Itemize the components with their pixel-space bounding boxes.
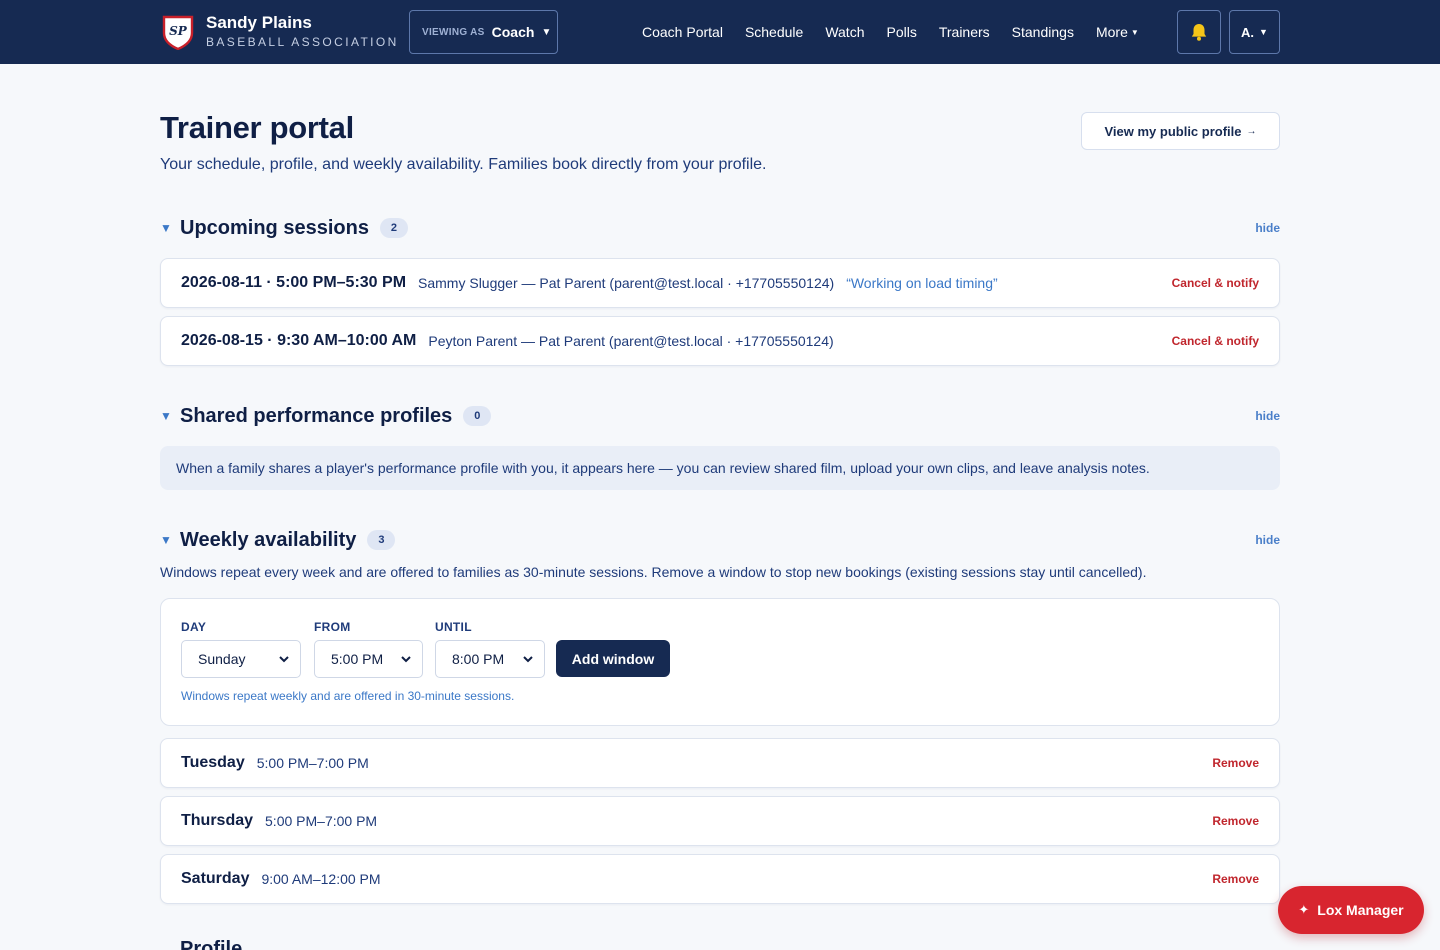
session-card: 2026-08-11 · 5:00 PM–5:30 PM Sammy Slugg… <box>160 258 1280 308</box>
availability-window-row: Tuesday 5:00 PM–7:00 PM Remove <box>160 738 1280 788</box>
nav-more-menu[interactable]: More ▼ <box>1085 24 1150 40</box>
count-badge: 3 <box>367 530 396 550</box>
chevron-down-icon: ▼ <box>1130 28 1139 37</box>
lox-manager-label: Lox Manager <box>1317 902 1404 918</box>
main-nav: Coach Portal Schedule Watch Polls Traine… <box>631 0 1150 64</box>
view-public-profile-button[interactable]: View my public profile → <box>1081 112 1280 150</box>
chevron-down-icon <box>523 656 533 663</box>
brand-subtitle: BASEBALL ASSOCIATION <box>206 35 399 49</box>
remove-window-button[interactable]: Remove <box>1212 872 1259 886</box>
window-day: Saturday <box>181 870 250 887</box>
account-initial: A. <box>1241 24 1255 40</box>
nav-polls[interactable]: Polls <box>875 24 927 40</box>
availability-window-row: Thursday 5:00 PM–7:00 PM Remove <box>160 796 1280 846</box>
collapse-triangle-icon: ▼ <box>160 409 172 423</box>
page-subtitle: Your schedule, profile, and weekly avail… <box>160 156 767 173</box>
session-datetime: 2026-08-15 · 9:30 AM–10:00 AM <box>181 332 417 349</box>
cancel-notify-button[interactable]: Cancel & notify <box>1172 334 1259 348</box>
view-public-profile-label: View my public profile <box>1104 123 1242 139</box>
viewing-as-role-switcher[interactable]: VIEWING AS Coach ▼ <box>409 10 558 54</box>
window-time: 9:00 AM–12:00 PM <box>261 871 381 887</box>
brand-logo-link[interactable]: SP Sandy Plains BASEBALL ASSOCIATION <box>162 13 399 50</box>
shield-logo-icon: SP <box>162 15 194 50</box>
session-participants: Peyton Parent — Pat Parent (parent@test.… <box>428 333 834 349</box>
top-navbar: SP Sandy Plains BASEBALL ASSOCIATION VIE… <box>0 0 1440 64</box>
nav-schedule[interactable]: Schedule <box>734 24 814 40</box>
sparkle-icon: ✦ <box>1298 902 1310 917</box>
session-datetime: 2026-08-11 · 5:00 PM–5:30 PM <box>181 274 407 291</box>
nav-watch[interactable]: Watch <box>814 24 875 40</box>
from-label: FROM <box>314 620 351 634</box>
section-title: Upcoming sessions <box>180 216 369 239</box>
svg-text:SP: SP <box>169 24 188 38</box>
chevron-down-icon <box>401 656 411 663</box>
lox-manager-button[interactable]: ✦ Lox Manager <box>1278 886 1424 934</box>
weekly-availability-header[interactable]: ▼ Weekly availability 3 <box>160 527 396 553</box>
brand-name: Sandy Plains <box>206 13 312 32</box>
notifications-button[interactable] <box>1177 10 1221 54</box>
count-badge: 0 <box>463 406 492 426</box>
window-day: Tuesday <box>181 754 245 771</box>
nav-more-label: More <box>1095 24 1128 40</box>
remove-window-button[interactable]: Remove <box>1212 814 1259 828</box>
shared-profiles-empty-state: When a family shares a player's performa… <box>160 446 1280 490</box>
cancel-notify-button[interactable]: Cancel & notify <box>1172 276 1259 290</box>
nav-standings[interactable]: Standings <box>1001 24 1085 40</box>
add-window-button[interactable]: Add window <box>556 640 670 677</box>
window-time: 5:00 PM–7:00 PM <box>256 755 369 771</box>
section-title: Weekly availability <box>180 528 357 551</box>
until-time-select[interactable]: 8:00 PM <box>435 640 545 678</box>
availability-window-row: Saturday 9:00 AM–12:00 PM Remove <box>160 854 1280 904</box>
account-menu-button[interactable]: A. ▼ <box>1229 10 1280 54</box>
day-select-value: Sunday <box>198 651 246 667</box>
session-participants: Sammy Slugger — Pat Parent (parent@test.… <box>418 275 835 291</box>
shared-profiles-header[interactable]: ▼ Shared performance profiles 0 <box>160 403 492 429</box>
day-label: DAY <box>181 620 207 634</box>
hide-availability-toggle[interactable]: hide <box>1255 533 1280 547</box>
remove-window-button[interactable]: Remove <box>1212 756 1259 770</box>
from-time-select[interactable]: 5:00 PM <box>314 640 423 678</box>
hide-shared-toggle[interactable]: hide <box>1255 409 1280 423</box>
day-select[interactable]: Sunday <box>181 640 301 678</box>
collapse-triangle-icon: ▼ <box>160 533 172 547</box>
viewing-as-role: Coach <box>491 24 535 40</box>
chevron-down-icon: ▼ <box>541 26 552 38</box>
section-title: Shared performance profiles <box>180 404 453 427</box>
nav-coach-portal[interactable]: Coach Portal <box>631 24 734 40</box>
profile-section-title: Profile <box>180 938 243 950</box>
session-note: “Working on load timing” <box>846 275 998 291</box>
session-card: 2026-08-15 · 9:30 AM–10:00 AM Peyton Par… <box>160 316 1280 366</box>
upcoming-sessions-header[interactable]: ▼ Upcoming sessions 2 <box>160 215 408 241</box>
chevron-down-icon <box>279 656 289 663</box>
bell-icon <box>1191 24 1207 41</box>
window-day: Thursday <box>181 812 254 829</box>
chevron-down-icon: ▼ <box>1259 27 1268 37</box>
until-label: UNTIL <box>435 620 472 634</box>
hide-upcoming-toggle[interactable]: hide <box>1255 221 1280 235</box>
count-badge: 2 <box>379 218 408 238</box>
viewing-as-label: VIEWING AS <box>422 26 485 38</box>
page-title: Trainer portal <box>160 110 354 145</box>
collapse-triangle-icon: ▼ <box>160 221 172 235</box>
from-select-value: 5:00 PM <box>331 651 384 667</box>
add-window-form: DAY Sunday FROM 5:00 PM UNTIL 8:00 PM Ad… <box>160 598 1280 726</box>
window-time: 5:00 PM–7:00 PM <box>265 813 378 829</box>
form-help-text: Windows repeat weekly and are offered in… <box>181 689 515 703</box>
nav-trainers[interactable]: Trainers <box>928 24 1001 40</box>
until-select-value: 8:00 PM <box>452 651 505 667</box>
availability-description: Windows repeat every week and are offere… <box>160 564 1147 580</box>
arrow-right-icon: → <box>1246 125 1257 137</box>
